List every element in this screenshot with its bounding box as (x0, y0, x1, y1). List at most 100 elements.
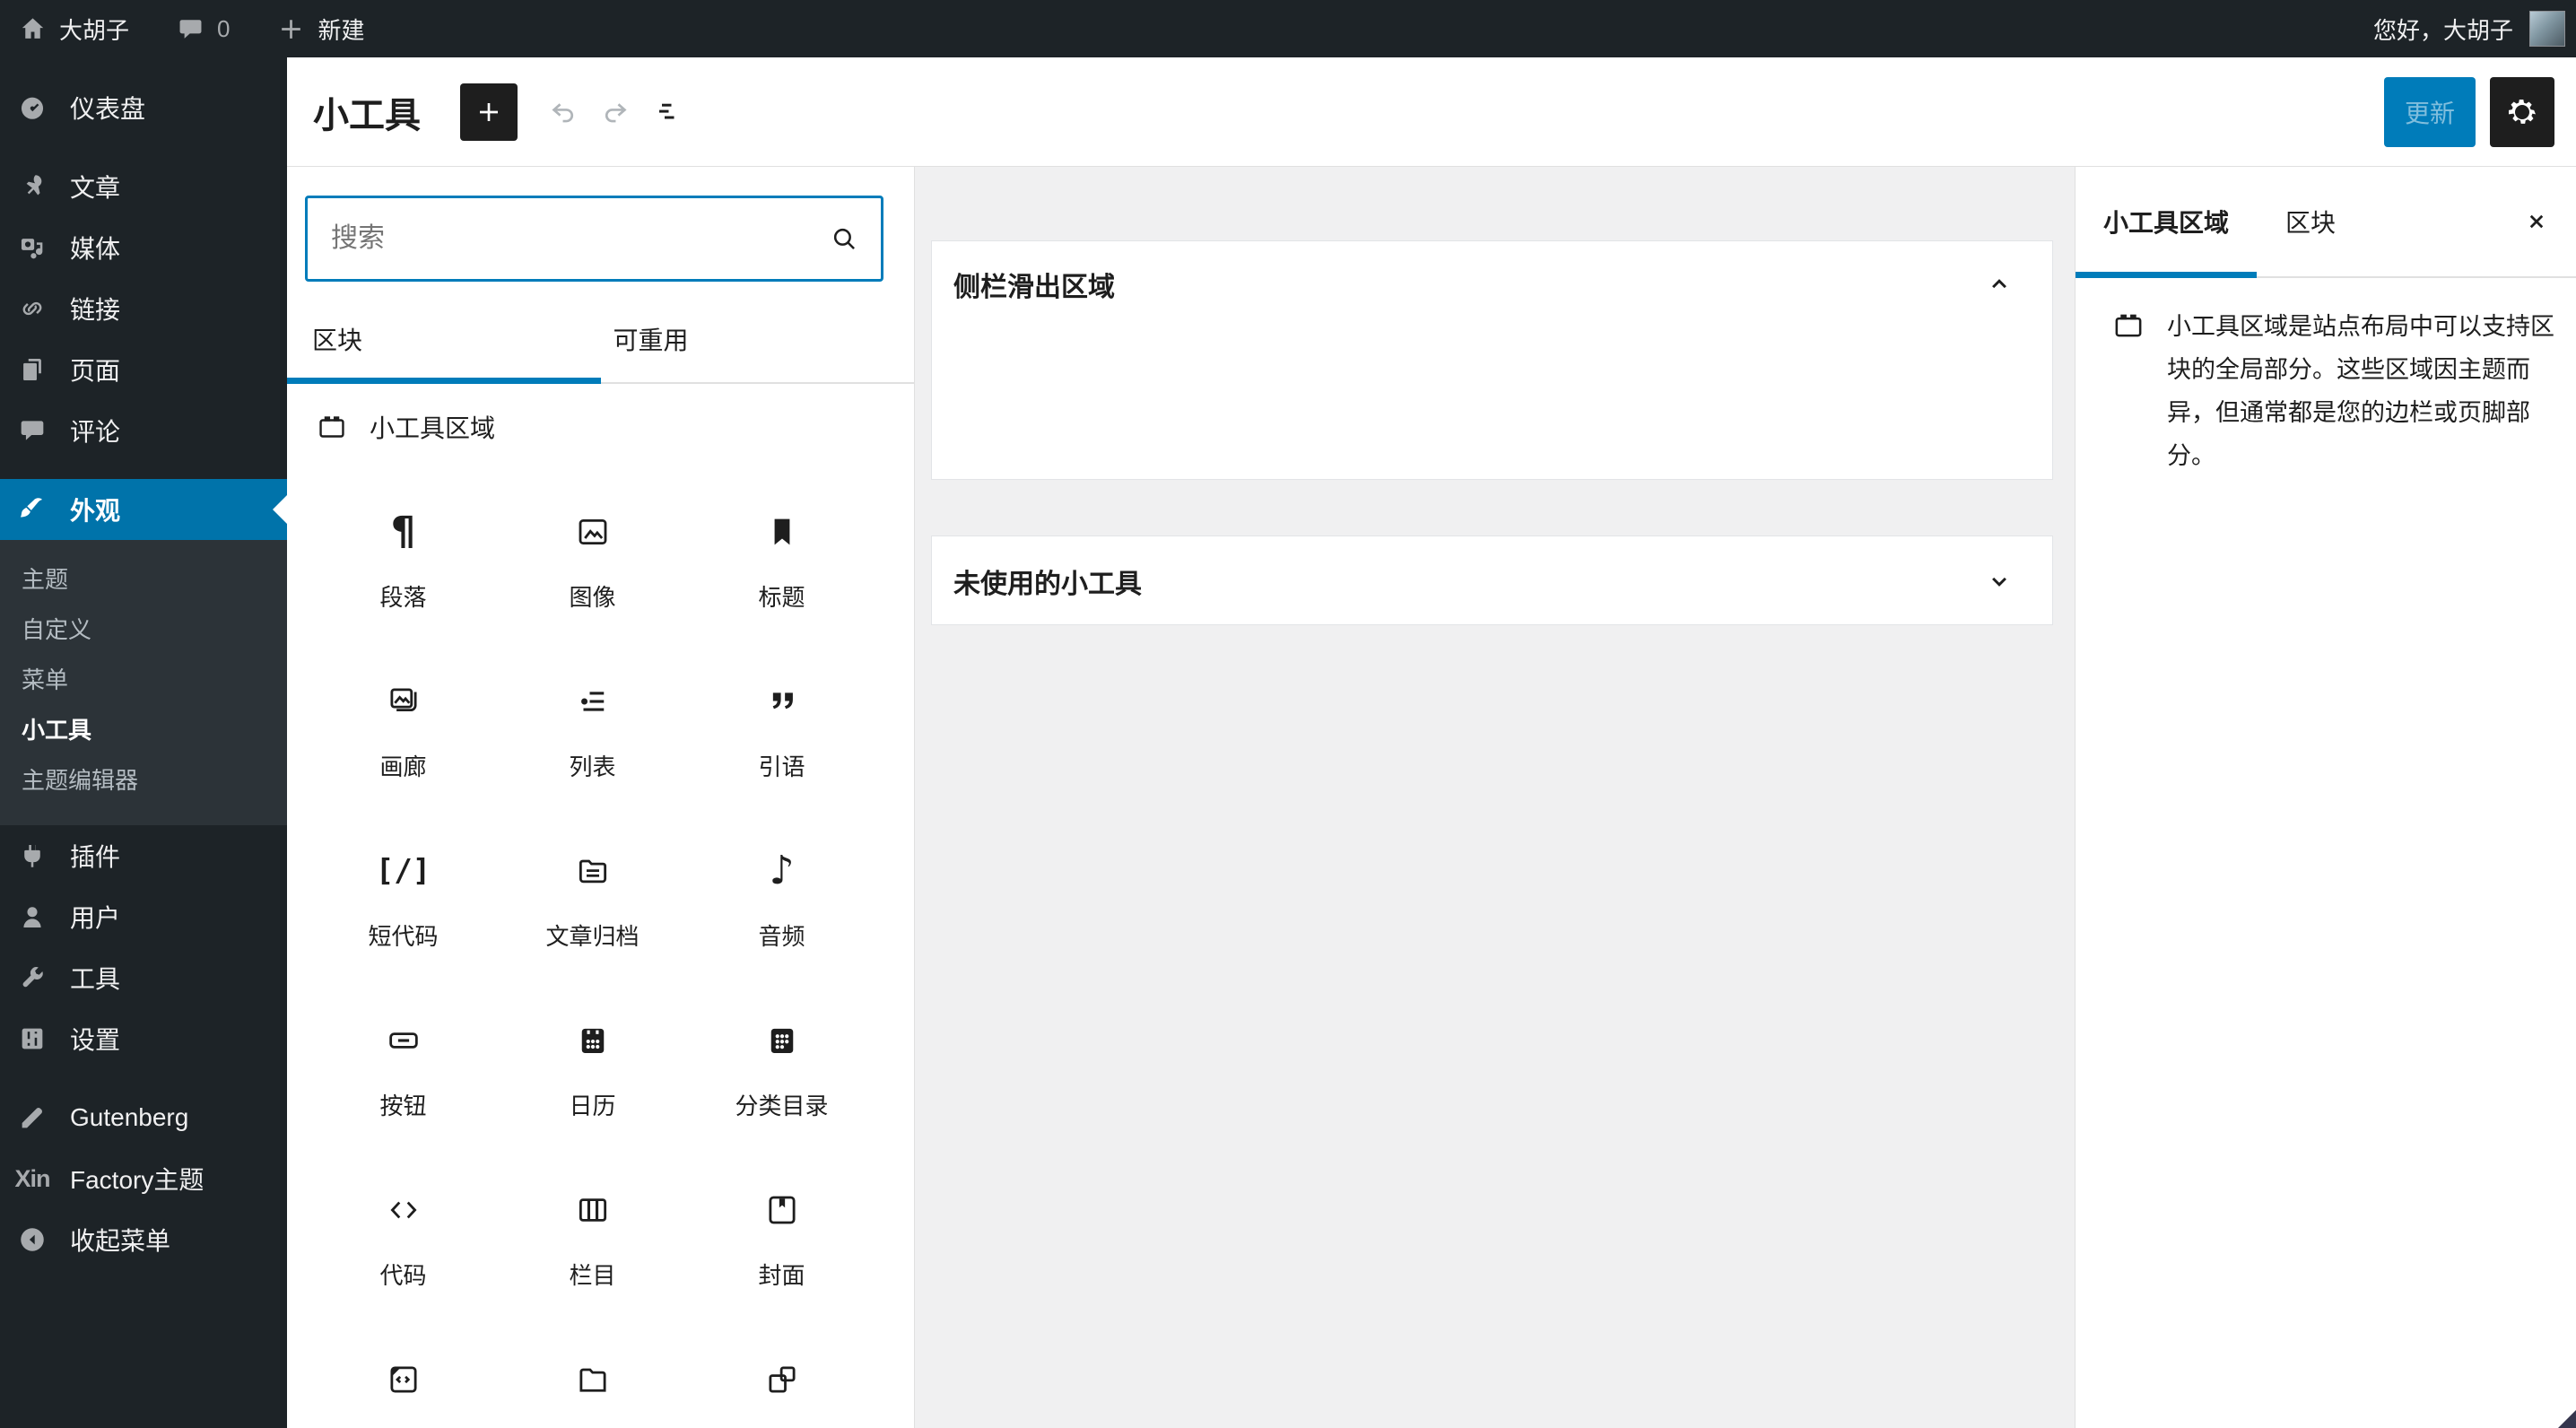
block-item-audio[interactable]: ♪ 音频 (687, 811, 876, 980)
block-item-archives[interactable]: 文章归档 (498, 811, 687, 980)
sidebar-item-tools[interactable]: 工具 (0, 947, 287, 1008)
widget-area-title: 侧栏滑出区域 (953, 273, 1115, 302)
sidebar-item-users[interactable]: 用户 (0, 886, 287, 947)
block-item-paragraph[interactable]: ¶ 段落 (309, 472, 498, 641)
pages-icon (14, 354, 50, 385)
admin-bar-comments-link[interactable]: 0 (176, 14, 230, 44)
current-menu-arrow-icon (273, 495, 287, 524)
block-item-quote[interactable]: 引语 (687, 641, 876, 811)
block-item-image[interactable]: 图像 (498, 472, 687, 641)
block-item-cover[interactable]: 封面 (687, 1150, 876, 1319)
gallery-icon (385, 681, 422, 722)
sidebar-item-collapse-menu[interactable]: 收起菜单 (0, 1209, 287, 1270)
block-item-file[interactable] (498, 1319, 687, 1428)
tab-widget-areas[interactable]: 小工具区域 (2076, 167, 2258, 278)
undo-button[interactable] (537, 83, 589, 141)
sidebar-item-label: 仪表盘 (70, 95, 146, 123)
howdy-greeting[interactable]: 您好，大胡子 (2373, 13, 2513, 46)
description-text: 小工具区域是站点布局中可以支持区块的全局部分。这些区域因主题而异，但通常都是您的… (2167, 313, 2554, 469)
submenu-item-customize[interactable]: 自定义 (0, 603, 287, 653)
avatar[interactable] (2529, 11, 2565, 47)
sidebar-item-label: 文章 (70, 174, 121, 202)
inserter-section-header: 小工具区域 (316, 407, 892, 447)
submenu-item-theme-editor[interactable]: 主题编辑器 (0, 753, 287, 804)
redo-button[interactable] (589, 83, 641, 141)
close-settings-button[interactable] (2515, 200, 2558, 243)
block-item-columns[interactable]: 栏目 (498, 1150, 687, 1319)
settings-toggle-button[interactable] (2490, 76, 2554, 147)
sidebar-item-label: Factory主题 (70, 1166, 205, 1194)
sidebar-item-label: 外观 (70, 497, 121, 525)
button-icon (385, 1020, 422, 1061)
xin-logo-icon: Xin (14, 1164, 50, 1192)
list-view-button[interactable] (641, 83, 693, 141)
image-icon (574, 511, 612, 553)
block-item-categories[interactable]: 分类目录 (687, 980, 876, 1150)
widgets-canvas: 侧栏滑出区域 未使用的小工具 (915, 167, 2075, 1428)
update-button[interactable]: 更新 (2384, 76, 2476, 147)
sidebar-item-links[interactable]: 链接 (0, 278, 287, 339)
sidebar-item-pages[interactable]: 页面 (0, 339, 287, 400)
pencil-icon (14, 1102, 50, 1133)
block-item-gallery[interactable]: 画廊 (309, 641, 498, 811)
widget-area-toggle[interactable]: 未使用的小工具 (932, 536, 2052, 626)
tools-icon (14, 962, 50, 993)
group-icon (763, 1359, 801, 1400)
widget-area-inactive: 未使用的小工具 (931, 536, 2053, 625)
search-field[interactable] (305, 196, 883, 282)
sidebar-item-settings[interactable]: 设置 (0, 1008, 287, 1069)
block-item-button[interactable]: 按钮 (309, 980, 498, 1150)
chevron-up-icon (1986, 271, 2013, 298)
sidebar-item-xin-factory-theme[interactable]: Xin Factory主题 (0, 1148, 287, 1209)
block-item-custom-html[interactable] (309, 1319, 498, 1428)
resize-grip-icon (2558, 1410, 2576, 1428)
settings-sidebar: 小工具区域 区块 小工具区域是站点布局中可以支持区块的全局部分。这些区域因主题而… (2075, 167, 2576, 1428)
sidebar-item-plugins[interactable]: 插件 (0, 825, 287, 886)
sidebar-item-label: 媒体 (70, 235, 121, 263)
sidebar-item-dashboard[interactable]: 仪表盘 (0, 77, 287, 138)
admin-bar: 大胡子 0 新建 您好，大胡子 (0, 0, 2576, 57)
tab-reusable[interactable]: 可重用 (601, 296, 914, 382)
plus-icon (474, 98, 503, 126)
sidebar-item-label: 插件 (70, 843, 121, 871)
block-item-group[interactable] (687, 1319, 876, 1428)
sidebar-item-label: 页面 (70, 357, 121, 385)
archives-icon (574, 850, 612, 892)
editor-header: 小工具 更新 (287, 57, 2576, 167)
new-label: 新建 (318, 16, 365, 44)
chevron-down-icon (1986, 568, 2013, 595)
submenu-item-menus[interactable]: 菜单 (0, 653, 287, 703)
sidebar-item-label: 收起菜单 (70, 1227, 171, 1255)
quote-icon (763, 681, 801, 722)
sidebar-item-appearance[interactable]: 外观 (0, 479, 287, 540)
sidebar-item-posts[interactable]: 文章 (0, 156, 287, 217)
admin-bar-new-link[interactable]: 新建 (276, 13, 365, 46)
sidebar-item-gutenberg[interactable]: Gutenberg (0, 1087, 287, 1148)
sidebar-item-comments[interactable]: 评论 (0, 400, 287, 461)
submenu-item-widgets[interactable]: 小工具 (0, 703, 287, 753)
site-name: 大胡子 (59, 16, 130, 44)
audio-note-icon: ♪ (769, 848, 795, 893)
close-icon (2523, 208, 2550, 235)
sidebar-item-label: Gutenberg (70, 1103, 189, 1131)
block-item-code[interactable]: 代码 (309, 1150, 498, 1319)
media-icon (14, 232, 50, 263)
bookmark-icon (763, 511, 801, 553)
add-block-button[interactable] (460, 83, 518, 141)
search-input[interactable] (331, 223, 827, 254)
widget-area-toggle[interactable]: 侧栏滑出区域 (932, 241, 2052, 327)
link-icon (14, 293, 50, 324)
sidebar-item-label: 设置 (70, 1026, 121, 1054)
page-title: 小工具 (313, 95, 421, 135)
tab-blocks[interactable]: 区块 (287, 296, 601, 384)
sidebar-item-media[interactable]: 媒体 (0, 217, 287, 278)
block-item-heading[interactable]: 标题 (687, 472, 876, 641)
block-item-list[interactable]: 列表 (498, 641, 687, 811)
block-item-shortcode[interactable]: [/] 短代码 (309, 811, 498, 980)
home-icon (18, 14, 48, 44)
tab-block[interactable]: 区块 (2257, 167, 2336, 276)
submenu-item-themes[interactable]: 主题 (0, 553, 287, 603)
admin-bar-site-link[interactable]: 大胡子 (18, 13, 129, 46)
menu-separator (0, 1069, 287, 1087)
block-item-calendar[interactable]: 日历 (498, 980, 687, 1150)
